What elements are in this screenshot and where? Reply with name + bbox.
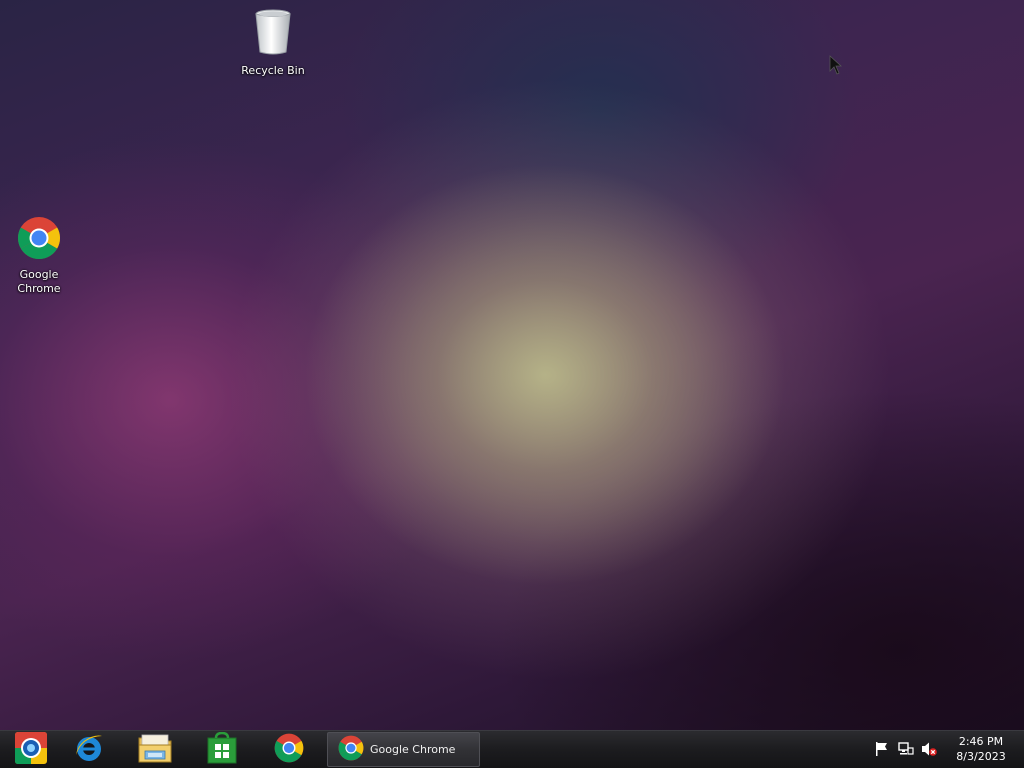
system-clock[interactable]: 2:46 PM 8/3/2023	[948, 734, 1014, 764]
chrome-icon	[274, 733, 304, 767]
taskbar-pin-media-center[interactable]	[0, 731, 62, 768]
chrome-icon	[338, 735, 364, 765]
action-center-flag-icon[interactable]	[874, 741, 890, 761]
desktop[interactable]: Recycle Bin Google Chrome	[0, 0, 1024, 730]
desktop-icon-label: Recycle Bin	[241, 64, 305, 77]
file-explorer-icon	[137, 732, 173, 768]
chrome-icon	[1, 216, 77, 264]
taskbar: Google Chrome 2:46 PM 8/3/2023	[0, 730, 1024, 768]
taskbar-pin-chrome[interactable]	[258, 731, 320, 768]
taskbar-pin-store[interactable]	[191, 731, 253, 768]
desktop-icon-google-chrome[interactable]: Google Chrome	[1, 216, 77, 296]
volume-muted-icon[interactable]	[921, 741, 937, 761]
desktop-icon-recycle-bin[interactable]: Recycle Bin	[235, 8, 311, 78]
mouse-cursor-icon	[829, 55, 843, 79]
taskbar-pin-file-explorer[interactable]	[124, 731, 186, 768]
taskbar-window-label: Google Chrome	[370, 743, 456, 756]
internet-explorer-icon	[72, 731, 106, 769]
store-icon	[207, 731, 237, 768]
clock-time: 2:46 PM	[958, 735, 1004, 748]
recycle-bin-icon	[235, 8, 311, 60]
network-icon[interactable]	[898, 741, 914, 761]
taskbar-window-google-chrome[interactable]: Google Chrome	[327, 732, 480, 767]
media-center-icon	[14, 731, 48, 769]
taskbar-pin-internet-explorer[interactable]	[58, 731, 120, 768]
clock-date: 8/3/2023	[956, 750, 1006, 763]
desktop-icon-label: Google Chrome	[17, 268, 61, 295]
